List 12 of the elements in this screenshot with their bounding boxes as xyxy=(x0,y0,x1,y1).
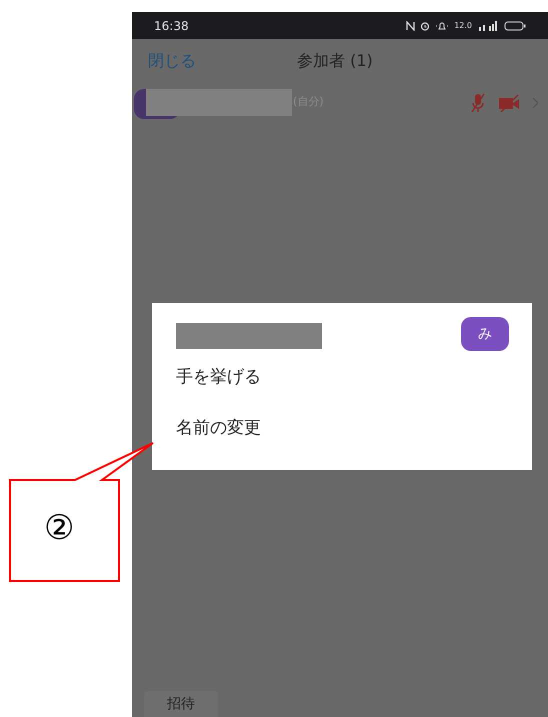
alarm-icon xyxy=(420,20,430,30)
menu-item[interactable]: 手を挙げる xyxy=(176,365,261,389)
network-speed: 12.0 xyxy=(454,22,472,30)
battery-icon xyxy=(504,20,526,30)
status-time: 16:38 xyxy=(154,18,189,34)
screen-title: 参加者 (1) xyxy=(297,50,373,72)
avatar: み xyxy=(461,317,509,351)
signal-icon xyxy=(477,20,499,30)
callout-label: ② xyxy=(44,511,74,545)
nfc-icon xyxy=(406,20,416,30)
menu-item[interactable]: 名前の変更 xyxy=(176,416,261,440)
bell-icon xyxy=(435,20,450,30)
